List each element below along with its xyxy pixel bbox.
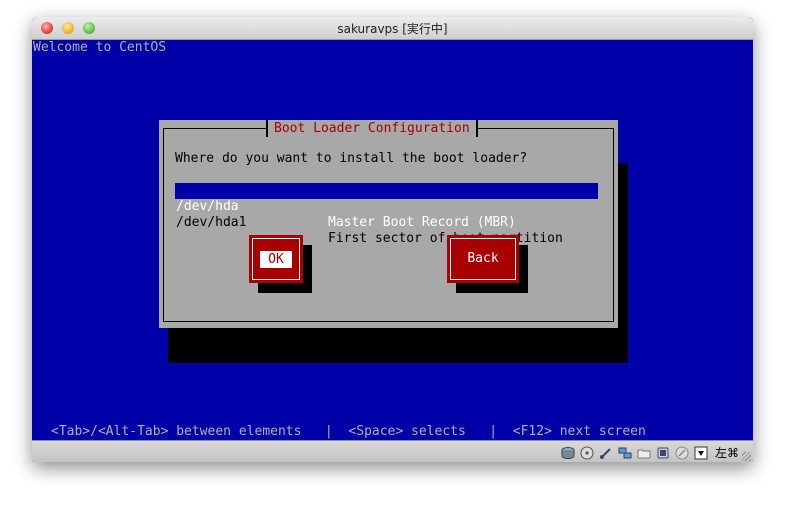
- ok-button[interactable]: OK: [249, 235, 303, 283]
- ok-button-label: OK: [260, 251, 292, 268]
- cd-rom-icon[interactable]: [580, 445, 595, 460]
- back-button[interactable]: Back: [447, 235, 519, 283]
- download-arrow-icon[interactable]: [694, 445, 709, 460]
- boot-loader-dialog: Boot Loader Configuration Where do you w…: [159, 120, 618, 328]
- display-icon[interactable]: [656, 445, 671, 460]
- host-key-label: 左⌘: [714, 446, 739, 460]
- status-icons: 左⌘: [561, 444, 739, 461]
- help-line: <Tab>/<Alt-Tab> between elements | <Spac…: [51, 424, 646, 439]
- dialog-title: Boot Loader Configuration: [266, 120, 478, 137]
- list-item[interactable]: /dev/hda Master Boot Record (MBR): [175, 183, 598, 230]
- welcome-banner: Welcome to CentOS: [33, 40, 167, 55]
- hard-disk-icon[interactable]: [561, 445, 576, 460]
- dialog-prompt: Where do you want to install the boot lo…: [175, 151, 528, 166]
- mouse-integration-icon[interactable]: [675, 445, 690, 460]
- status-bar: 左⌘: [32, 440, 753, 462]
- device-description: Master Boot Record (MBR): [328, 215, 516, 230]
- usb-icon[interactable]: [599, 445, 614, 460]
- resize-grip-icon[interactable]: [742, 452, 751, 461]
- boot-target-list[interactable]: /dev/hda Master Boot Record (MBR) /dev/h…: [175, 183, 598, 246]
- shared-folder-icon[interactable]: [637, 445, 652, 460]
- window-title: sakuravps [実行中]: [337, 22, 448, 36]
- title-bar[interactable]: sakuravps [実行中]: [32, 17, 753, 40]
- back-button-label: Back: [467, 251, 499, 266]
- list-item[interactable]: /dev/hda1 First sector of boot partition: [175, 199, 598, 246]
- device-name: /dev/hda1: [176, 215, 247, 230]
- virtualbox-window: sakuravps [実行中] Welcome to CentOS Boot L…: [32, 17, 753, 462]
- network-icon[interactable]: [618, 445, 633, 460]
- vm-console-screen[interactable]: Welcome to CentOS Boot Loader Configurat…: [32, 40, 753, 440]
